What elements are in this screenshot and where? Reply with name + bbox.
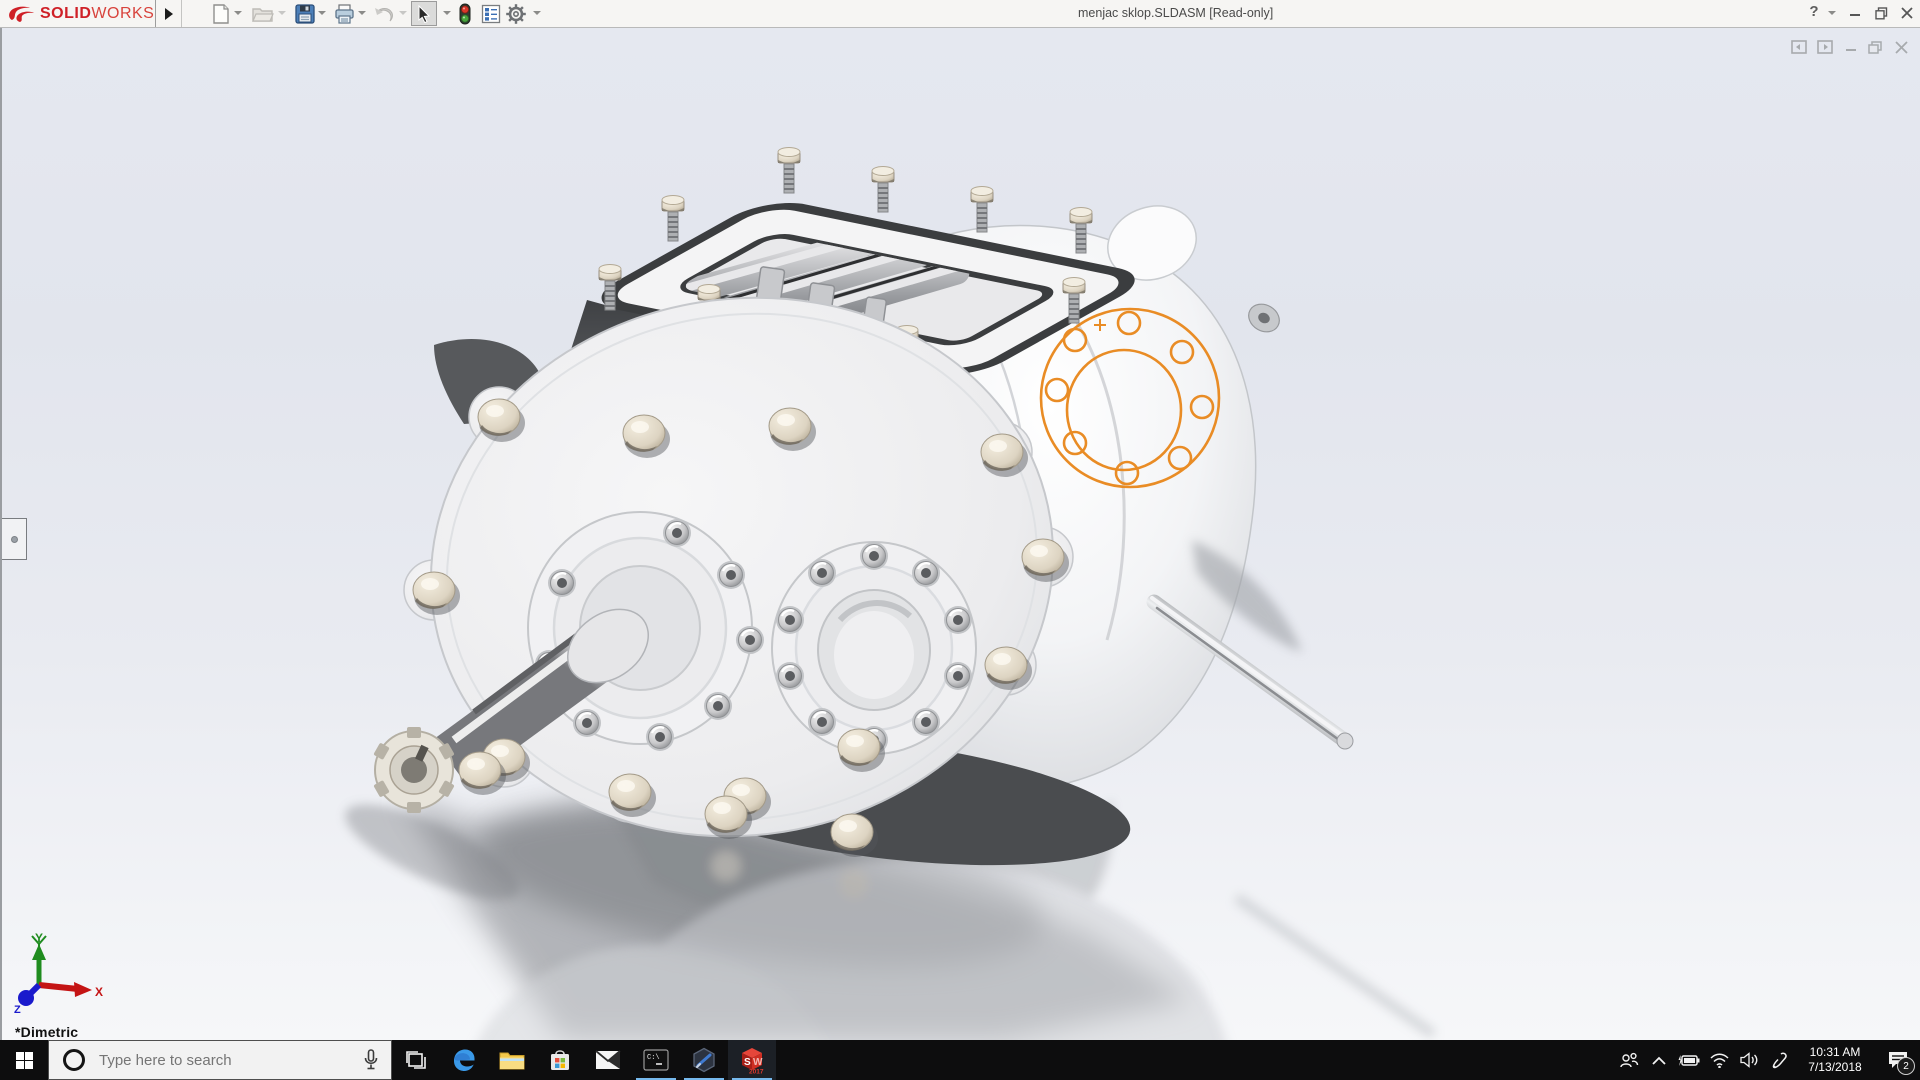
tray-overflow-button[interactable] [1644,1040,1674,1080]
sw-icon-year: 2017 [749,1069,764,1076]
windows-taskbar: C:\ S W 2017 [0,1040,1920,1080]
graphics-viewport[interactable]: Y X Z *Dimetric [0,28,1920,1040]
rebuild-traffic-light-icon [459,3,471,24]
select-tool-button[interactable] [411,1,437,26]
part-right-bearing-boss[interactable] [771,540,977,756]
document-title: menjac sklop.SLDASM [Read-only] [1078,6,1274,20]
speaker-icon [1739,1052,1757,1068]
logo-text-works: WORKS [91,4,155,22]
taskbar-file-explorer-button[interactable] [488,1040,536,1080]
windows-ink-button[interactable] [1764,1040,1794,1080]
select-cursor-icon [418,4,431,23]
taskbar-clock[interactable]: 10:31 AM 7/13/2018 [1798,1045,1872,1075]
logo-text-solid: SOLID [40,4,92,22]
task-view-icon [406,1051,426,1069]
open-caret[interactable] [278,11,286,15]
chevron-up-icon [1652,1056,1666,1065]
sw-icon-letter-w: W [753,1057,763,1068]
taskbar-solidworks-button[interactable]: S W 2017 [728,1040,776,1080]
wifi-icon [1709,1053,1729,1068]
titlebar: SOLID WORKS menjac sklop.SLDASM [Read-on… [0,0,1920,28]
people-button[interactable] [1614,1040,1644,1080]
new-document-button[interactable] [208,1,234,26]
start-button[interactable] [0,1040,48,1080]
file-properties-button[interactable] [478,1,504,26]
undo-caret[interactable] [399,11,407,15]
solidworks-app-icon: S W 2017 [742,1048,764,1076]
file-explorer-icon [499,1052,525,1070]
taskbar-edge-button[interactable] [440,1040,488,1080]
app-close-button[interactable] [1894,0,1920,26]
new-document-icon [213,3,229,24]
save-floppy-icon [295,3,315,24]
network-button[interactable] [1704,1040,1734,1080]
menu-flyout-button[interactable] [158,0,180,27]
cmd-glyph: C:\ [647,1054,660,1062]
flyout-arrow-icon [165,7,173,20]
pen-icon [1772,1052,1787,1068]
taskbar-hexagon-app-button[interactable] [680,1040,728,1080]
help-caret[interactable] [1828,11,1836,15]
open-button[interactable] [250,1,276,26]
clock-date: 7/13/2018 [1808,1060,1862,1074]
notification-count-badge: 2 [1897,1057,1915,1075]
undo-button[interactable] [371,1,397,26]
taskbar-mail-button[interactable] [584,1040,632,1080]
taskbar-store-button[interactable] [536,1040,584,1080]
taskbar-search-box[interactable] [48,1040,392,1080]
triad-y-label: Y [35,931,43,945]
help-button[interactable]: ? [1804,3,1824,20]
triad-x-label: X [95,985,103,999]
power-status-button[interactable] [1674,1040,1704,1080]
divider [155,0,156,27]
microphone-icon[interactable] [363,1049,379,1071]
undo-arrow-icon [375,7,393,21]
cortana-icon[interactable] [63,1049,85,1071]
rebuild-button[interactable] [452,1,478,26]
volume-button[interactable] [1734,1040,1764,1080]
file-properties-icon [481,4,501,23]
hexagon-app-icon [693,1047,715,1073]
save-caret[interactable] [318,11,326,15]
windows-logo-icon [15,1051,33,1069]
new-document-caret[interactable] [234,11,242,15]
edge-browser-icon [454,1049,475,1071]
app-restore-button[interactable] [1868,0,1894,26]
search-input[interactable] [97,1050,351,1070]
gearbox-model[interactable] [373,146,1354,889]
clock-time: 10:31 AM [1809,1045,1861,1059]
options-caret[interactable] [533,11,541,15]
action-center-button[interactable]: 2 [1876,1040,1920,1080]
save-button[interactable] [292,1,318,26]
gear-icon [506,3,526,24]
solidworks-ds-icon [9,6,34,22]
sw-icon-letter-s: S [744,1057,751,1068]
taskbar-cmd-button[interactable]: C:\ [632,1040,680,1080]
command-prompt-icon: C:\ [643,1049,669,1071]
microsoft-store-icon [551,1050,569,1070]
people-icon [1620,1052,1639,1068]
taskbar-task-view-button[interactable] [392,1040,440,1080]
print-button[interactable] [331,1,357,26]
solidworks-logo: SOLID WORKS [6,2,154,25]
select-tool-caret[interactable] [443,11,451,15]
restore-icon [1874,6,1887,19]
close-icon [1901,7,1913,19]
triad-z-label: Z [14,1004,21,1016]
minimize-icon [1850,14,1860,16]
view-orientation-label: *Dimetric [15,1024,79,1040]
mail-icon [595,1050,621,1069]
divider [181,0,182,27]
print-icon [334,3,354,24]
options-button[interactable] [503,1,529,26]
app-minimize-button[interactable] [1842,0,1868,26]
open-folder-icon [252,7,274,22]
battery-icon [1678,1054,1700,1066]
print-caret[interactable] [358,11,366,15]
reference-triad: Y X Z [14,931,103,1016]
gearbox-assembly-canvas[interactable]: Y X Z [2,28,1920,1040]
system-tray: 10:31 AM 7/13/2018 2 [1614,1040,1920,1080]
